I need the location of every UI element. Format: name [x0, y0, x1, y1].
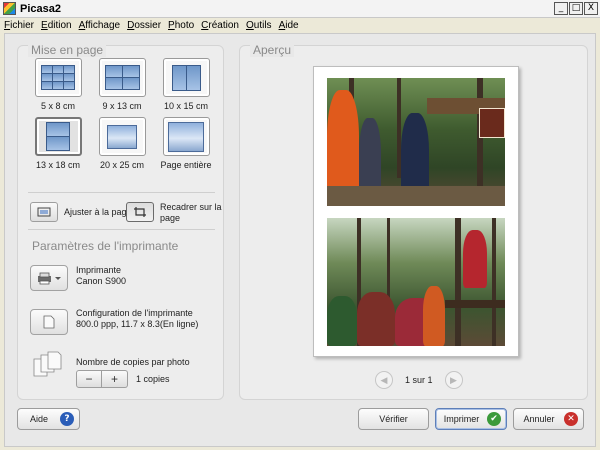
menu-bar: Fichier Edition Affichage Dossier Photo …: [0, 18, 600, 32]
layout-option[interactable]: 20 x 25 cm: [90, 117, 154, 170]
menu-photo[interactable]: Photo: [168, 20, 194, 31]
printer-config-button[interactable]: [30, 309, 68, 335]
layout-option[interactable]: Page entière: [154, 117, 218, 170]
copies-label: Nombre de copies par photo: [76, 357, 190, 367]
previous-page-button[interactable]: ◀: [375, 371, 393, 389]
verify-label: Vérifier: [379, 414, 408, 424]
layout-panel: Mise en page 5 x 8 cm 9 x 13 cm 10 x 15 cm…: [17, 43, 224, 400]
printer-settings-title: Paramètres de l'imprimante: [32, 239, 179, 253]
layout-option-label: 5 x 8 cm: [40, 101, 75, 111]
cancel-icon: ✕: [564, 412, 578, 426]
printer-label: Imprimante: [76, 265, 122, 275]
config-value: 800.0 ppp, 11.7 x 8.3(En ligne): [76, 319, 199, 329]
separator: [28, 229, 215, 230]
picasa-app-icon: [3, 2, 16, 15]
decrease-copies-button[interactable]: −: [76, 370, 102, 388]
title-bar: Picasa2 _ □ X: [0, 0, 600, 18]
layout-option[interactable]: 10 x 15 cm: [154, 58, 218, 111]
menu-outils[interactable]: Outils: [246, 20, 272, 31]
window-title: Picasa2: [20, 2, 61, 15]
layout-thumbnail-icon: [98, 117, 146, 156]
print-button[interactable]: Imprimer ✔: [435, 408, 507, 430]
minimize-button[interactable]: _: [554, 2, 568, 15]
cancel-label: Annuler: [523, 414, 555, 424]
layout-option[interactable]: 9 x 13 cm: [90, 58, 154, 111]
close-button[interactable]: X: [584, 2, 598, 15]
layout-thumbnail-icon: [162, 117, 210, 156]
increase-copies-button[interactable]: +: [102, 370, 128, 388]
menu-dossier[interactable]: Dossier: [127, 20, 161, 31]
menu-creation[interactable]: Création: [201, 20, 239, 31]
config-label: Configuration de l'imprimante: [76, 308, 193, 318]
print-dialog: Mise en page 5 x 8 cm 9 x 13 cm 10 x 15 cm…: [4, 33, 596, 447]
maximize-button[interactable]: □: [569, 2, 583, 15]
fit-to-page-button[interactable]: [30, 202, 58, 222]
menu-fichier[interactable]: Fichier: [4, 20, 34, 31]
layout-option-label: 13 x 18 cm: [35, 160, 81, 170]
layout-thumbnail-icon: [34, 117, 82, 156]
layout-thumbnail-icon: [162, 58, 210, 97]
preview-photo-2: [327, 218, 505, 346]
crop-to-page-label: Recadrer sur la page: [160, 202, 222, 223]
copies-stepper: − +: [76, 370, 128, 388]
printer-select-button[interactable]: [30, 265, 68, 291]
layout-option-label: 10 x 15 cm: [163, 101, 209, 111]
crop-icon: [134, 207, 146, 217]
next-page-button[interactable]: ▶: [444, 371, 463, 389]
preview-page: [313, 66, 519, 357]
layout-thumbnail-icon: [34, 58, 82, 97]
check-icon: ✔: [487, 412, 501, 426]
menu-edition[interactable]: Edition: [41, 20, 72, 31]
preview-photo-1: [327, 78, 505, 206]
separator: [28, 192, 215, 193]
layout-option[interactable]: 13 x 18 cm: [26, 117, 90, 170]
verify-button[interactable]: Vérifier: [358, 408, 429, 430]
preview-panel-title: Aperçu: [250, 43, 295, 57]
layout-option-label: 9 x 13 cm: [102, 101, 142, 111]
print-label: Imprimer: [443, 414, 480, 424]
layout-panel-title: Mise en page: [28, 43, 107, 57]
fit-page-icon: [37, 207, 51, 217]
copies-icon: [33, 351, 62, 377]
printer-icon: [38, 272, 61, 285]
page-navigation: ◀ 1 sur 1 ▶: [375, 371, 463, 389]
menu-aide[interactable]: Aide: [279, 20, 299, 31]
fit-to-page-label: Ajuster à la page: [64, 207, 132, 217]
layout-option-label: 20 x 25 cm: [99, 160, 145, 170]
help-label: Aide: [29, 414, 48, 424]
menu-affichage[interactable]: Affichage: [79, 20, 121, 31]
page-indicator: 1 sur 1: [405, 375, 433, 385]
document-icon: [43, 315, 55, 329]
help-button[interactable]: Aide ?: [17, 408, 80, 430]
help-icon: ?: [60, 412, 74, 426]
window-controls: _ □ X: [554, 2, 598, 15]
preview-panel: Aperçu ◀ 1 sur 1 ▶: [239, 43, 588, 400]
layout-option[interactable]: 5 x 8 cm: [26, 58, 90, 111]
printer-name: Canon S900: [76, 276, 127, 286]
layout-options: 5 x 8 cm 9 x 13 cm 10 x 15 cm 13 x 18 cm 20 …: [26, 58, 219, 170]
crop-to-page-button[interactable]: [126, 202, 154, 222]
layout-option-label: Page entière: [160, 160, 212, 170]
layout-thumbnail-icon: [98, 58, 146, 97]
copies-value: 1 copies: [136, 374, 170, 384]
cancel-button[interactable]: Annuler ✕: [513, 408, 584, 430]
